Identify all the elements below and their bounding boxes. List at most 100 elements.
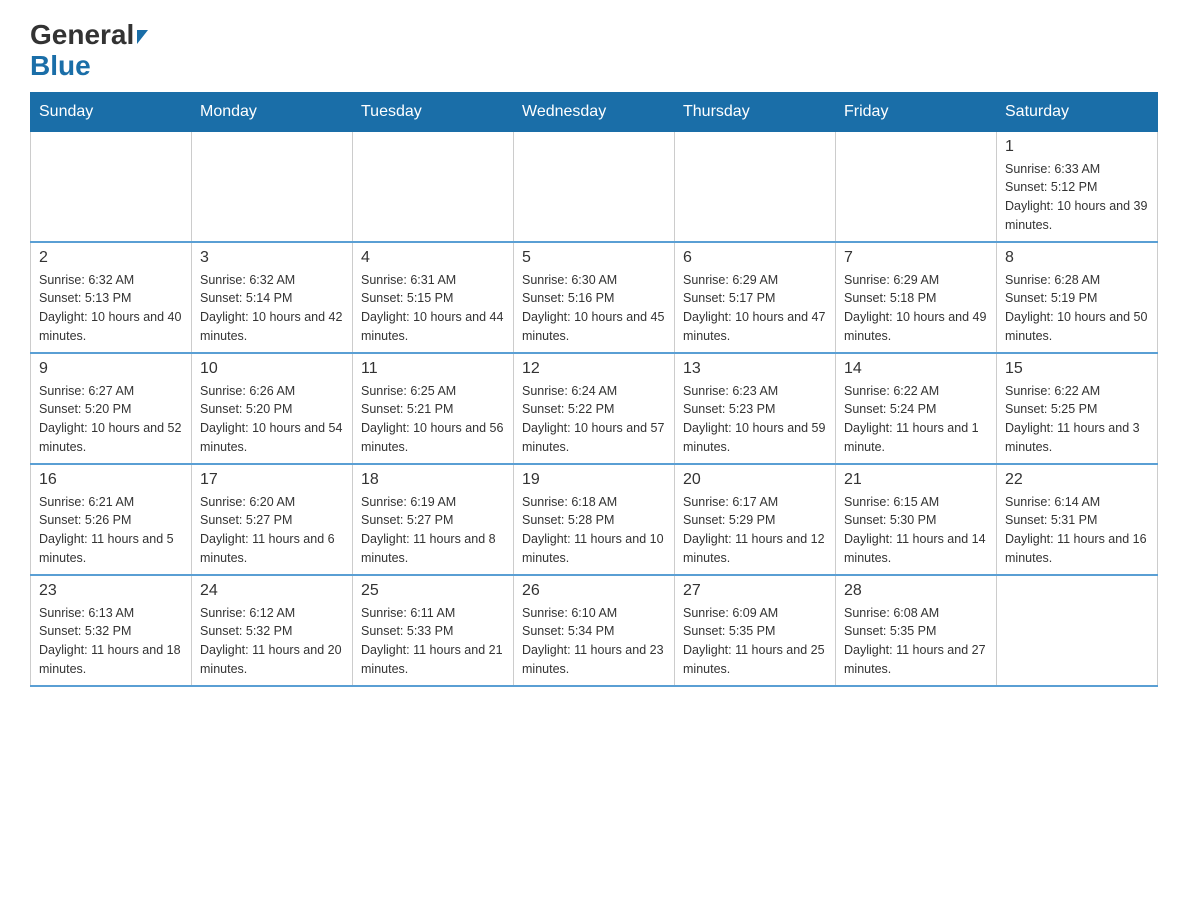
day-number: 21 (844, 471, 988, 489)
day-number: 6 (683, 249, 827, 267)
day-number: 14 (844, 360, 988, 378)
weekday-header-saturday: Saturday (997, 92, 1158, 131)
calendar-cell (997, 575, 1158, 686)
day-info: Sunrise: 6:09 AM Sunset: 5:35 PM Dayligh… (683, 604, 827, 679)
calendar-cell: 6 Sunrise: 6:29 AM Sunset: 5:17 PM Daylig… (675, 242, 836, 353)
day-info: Sunrise: 6:29 AM Sunset: 5:17 PM Dayligh… (683, 271, 827, 346)
day-number: 3 (200, 249, 344, 267)
day-info: Sunrise: 6:13 AM Sunset: 5:32 PM Dayligh… (39, 604, 183, 679)
calendar-cell: 1 Sunrise: 6:33 AM Sunset: 5:12 PM Daylig… (997, 131, 1158, 242)
calendar-cell: 4Sunrise: 6:31 AM Sunset: 5:15 PM Daylig… (353, 242, 514, 353)
day-number: 19 (522, 471, 666, 489)
calendar-cell: 12 Sunrise: 6:24 AM Sunset: 5:22 PM Dayli… (514, 353, 675, 464)
calendar-cell (836, 131, 997, 242)
day-info: Sunrise: 6:20 AM Sunset: 5:27 PM Dayligh… (200, 493, 344, 568)
day-number: 15 (1005, 360, 1149, 378)
calendar-cell: 20 Sunrise: 6:17 AM Sunset: 5:29 PM Dayli… (675, 464, 836, 575)
calendar-week-4: 16 Sunrise: 6:21 AM Sunset: 5:26 PM Dayli… (31, 464, 1158, 575)
day-number: 7 (844, 249, 988, 267)
calendar-cell: 19 Sunrise: 6:18 AM Sunset: 5:28 PM Dayli… (514, 464, 675, 575)
day-number: 4 (361, 249, 505, 267)
day-number: 17 (200, 471, 344, 489)
day-info: Sunrise: 6:12 AM Sunset: 5:32 PM Dayligh… (200, 604, 344, 679)
day-info: Sunrise: 6:21 AM Sunset: 5:26 PM Dayligh… (39, 493, 183, 568)
day-info: Sunrise: 6:27 AM Sunset: 5:20 PM Dayligh… (39, 382, 183, 457)
day-number: 24 (200, 582, 344, 600)
day-number: 5 (522, 249, 666, 267)
calendar-week-5: 23 Sunrise: 6:13 AM Sunset: 5:32 PM Dayli… (31, 575, 1158, 686)
day-number: 22 (1005, 471, 1149, 489)
day-info: Sunrise: 6:29 AM Sunset: 5:18 PM Dayligh… (844, 271, 988, 346)
calendar-cell: 7 Sunrise: 6:29 AM Sunset: 5:18 PM Daylig… (836, 242, 997, 353)
calendar-week-1: 1 Sunrise: 6:33 AM Sunset: 5:12 PM Daylig… (31, 131, 1158, 242)
day-info: Sunrise: 6:17 AM Sunset: 5:29 PM Dayligh… (683, 493, 827, 568)
day-info: Sunrise: 6:14 AM Sunset: 5:31 PM Dayligh… (1005, 493, 1149, 568)
day-info: Sunrise: 6:22 AM Sunset: 5:25 PM Dayligh… (1005, 382, 1149, 457)
day-info: Sunrise: 6:19 AM Sunset: 5:27 PM Dayligh… (361, 493, 505, 568)
day-number: 1 (1005, 138, 1149, 156)
weekday-header-sunday: Sunday (31, 92, 192, 131)
day-number: 26 (522, 582, 666, 600)
day-info: Sunrise: 6:26 AM Sunset: 5:20 PM Dayligh… (200, 382, 344, 457)
calendar-cell: 22 Sunrise: 6:14 AM Sunset: 5:31 PM Dayli… (997, 464, 1158, 575)
logo-general-text: General (30, 20, 148, 51)
calendar-table: SundayMondayTuesdayWednesdayThursdayFrid… (30, 92, 1158, 687)
day-info: Sunrise: 6:28 AM Sunset: 5:19 PM Dayligh… (1005, 271, 1149, 346)
calendar-cell: 3 Sunrise: 6:32 AM Sunset: 5:14 PM Daylig… (192, 242, 353, 353)
calendar-cell: 14 Sunrise: 6:22 AM Sunset: 5:24 PM Dayli… (836, 353, 997, 464)
day-info: Sunrise: 6:25 AM Sunset: 5:21 PM Dayligh… (361, 382, 505, 457)
calendar-cell: 18 Sunrise: 6:19 AM Sunset: 5:27 PM Dayli… (353, 464, 514, 575)
day-info: Sunrise: 6:11 AM Sunset: 5:33 PM Dayligh… (361, 604, 505, 679)
calendar-cell: 24 Sunrise: 6:12 AM Sunset: 5:32 PM Dayli… (192, 575, 353, 686)
day-number: 16 (39, 471, 183, 489)
day-info: Sunrise: 6:10 AM Sunset: 5:34 PM Dayligh… (522, 604, 666, 679)
day-number: 10 (200, 360, 344, 378)
day-info: Sunrise: 6:08 AM Sunset: 5:35 PM Dayligh… (844, 604, 988, 679)
calendar-cell: 26 Sunrise: 6:10 AM Sunset: 5:34 PM Dayli… (514, 575, 675, 686)
day-info: Sunrise: 6:33 AM Sunset: 5:12 PM Dayligh… (1005, 160, 1149, 235)
day-number: 9 (39, 360, 183, 378)
calendar-header: SundayMondayTuesdayWednesdayThursdayFrid… (31, 92, 1158, 131)
day-number: 28 (844, 582, 988, 600)
calendar-cell: 15 Sunrise: 6:22 AM Sunset: 5:25 PM Dayli… (997, 353, 1158, 464)
calendar-cell: 9 Sunrise: 6:27 AM Sunset: 5:20 PM Daylig… (31, 353, 192, 464)
calendar-cell: 21 Sunrise: 6:15 AM Sunset: 5:30 PM Dayli… (836, 464, 997, 575)
weekday-header-wednesday: Wednesday (514, 92, 675, 131)
calendar-cell (192, 131, 353, 242)
day-info: Sunrise: 6:18 AM Sunset: 5:28 PM Dayligh… (522, 493, 666, 568)
day-number: 20 (683, 471, 827, 489)
weekday-header-friday: Friday (836, 92, 997, 131)
calendar-cell: 27 Sunrise: 6:09 AM Sunset: 5:35 PM Dayli… (675, 575, 836, 686)
calendar-cell: 10 Sunrise: 6:26 AM Sunset: 5:20 PM Dayli… (192, 353, 353, 464)
calendar-cell: 17 Sunrise: 6:20 AM Sunset: 5:27 PM Dayli… (192, 464, 353, 575)
weekday-header-row: SundayMondayTuesdayWednesdayThursdayFrid… (31, 92, 1158, 131)
calendar-cell: 2Sunrise: 6:32 AM Sunset: 5:13 PM Daylig… (31, 242, 192, 353)
calendar-cell: 5 Sunrise: 6:30 AM Sunset: 5:16 PM Daylig… (514, 242, 675, 353)
day-number: 8 (1005, 249, 1149, 267)
day-number: 13 (683, 360, 827, 378)
calendar-week-3: 9 Sunrise: 6:27 AM Sunset: 5:20 PM Daylig… (31, 353, 1158, 464)
page-header: General Blue (30, 20, 1158, 82)
day-info: Sunrise: 6:15 AM Sunset: 5:30 PM Dayligh… (844, 493, 988, 568)
weekday-header-thursday: Thursday (675, 92, 836, 131)
day-info: Sunrise: 6:32 AM Sunset: 5:14 PM Dayligh… (200, 271, 344, 346)
calendar-cell: 16 Sunrise: 6:21 AM Sunset: 5:26 PM Dayli… (31, 464, 192, 575)
day-info: Sunrise: 6:22 AM Sunset: 5:24 PM Dayligh… (844, 382, 988, 457)
calendar-cell (675, 131, 836, 242)
calendar-cell (514, 131, 675, 242)
weekday-header-tuesday: Tuesday (353, 92, 514, 131)
calendar-week-2: 2Sunrise: 6:32 AM Sunset: 5:13 PM Daylig… (31, 242, 1158, 353)
day-info: Sunrise: 6:30 AM Sunset: 5:16 PM Dayligh… (522, 271, 666, 346)
logo: General Blue (30, 20, 148, 82)
day-number: 18 (361, 471, 505, 489)
calendar-body: 1 Sunrise: 6:33 AM Sunset: 5:12 PM Daylig… (31, 131, 1158, 686)
day-number: 11 (361, 360, 505, 378)
day-info: Sunrise: 6:32 AM Sunset: 5:13 PM Dayligh… (39, 271, 183, 346)
day-number: 12 (522, 360, 666, 378)
day-number: 27 (683, 582, 827, 600)
day-info: Sunrise: 6:24 AM Sunset: 5:22 PM Dayligh… (522, 382, 666, 457)
day-number: 25 (361, 582, 505, 600)
calendar-cell (31, 131, 192, 242)
day-number: 23 (39, 582, 183, 600)
calendar-cell: 8 Sunrise: 6:28 AM Sunset: 5:19 PM Daylig… (997, 242, 1158, 353)
